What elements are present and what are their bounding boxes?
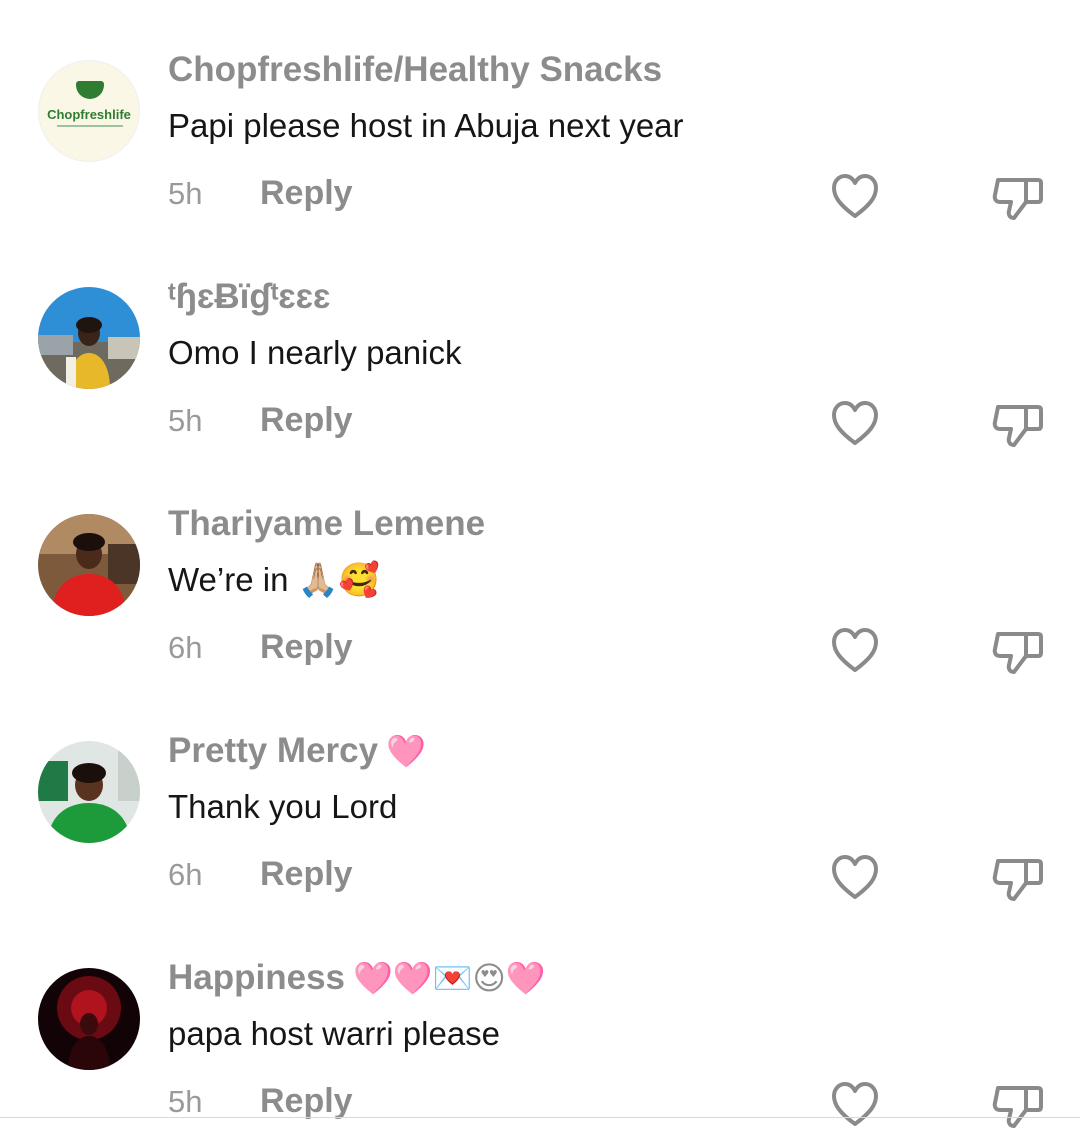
comment-timestamp: 5h: [168, 1084, 203, 1119]
thumbs-down-outline-icon: [992, 632, 1043, 674]
comment-username[interactable]: Pretty Mercy 🩷: [168, 729, 426, 773]
like-button[interactable]: [830, 853, 880, 901]
dislike-button[interactable]: [990, 1080, 1046, 1130]
reply-button[interactable]: Reply: [260, 1080, 353, 1122]
avatar[interactable]: [38, 514, 140, 616]
dislike-button[interactable]: [990, 626, 1046, 676]
username-emoji: 🩷: [386, 733, 426, 769]
heart-outline-icon: [832, 1082, 878, 1126]
avatar[interactable]: [38, 741, 140, 843]
comment-text: Thank you Lord: [168, 788, 398, 825]
heart-outline-icon: [832, 401, 878, 445]
avatar[interactable]: Chopfreshlife: [38, 60, 140, 162]
comment-item: Thariyame Lemene We’re in 🙏🏼🥰 6h Reply: [0, 454, 1080, 681]
comment-username[interactable]: Thariyame Lemene: [168, 502, 485, 546]
thumbs-down-outline-icon: [992, 178, 1043, 220]
reply-button[interactable]: Reply: [260, 399, 353, 441]
user-photo: [38, 968, 140, 1070]
comment-item: Happiness 🩷🩷💌😍🩷 papa host warri please 5h…: [0, 908, 1080, 1135]
dislike-button[interactable]: [990, 853, 1046, 903]
user-photo: [38, 287, 140, 389]
thumbs-down-outline-icon: [992, 859, 1043, 901]
user-photo: [38, 741, 140, 843]
reply-button[interactable]: Reply: [260, 853, 353, 895]
comment-username[interactable]: Chopfreshlife/Healthy Snacks: [168, 48, 662, 92]
brand-logo: Chopfreshlife: [38, 60, 140, 162]
comment-text: We’re in 🙏🏼🥰: [168, 561, 380, 598]
user-photo: [38, 514, 140, 616]
thumbs-down-outline-icon: [992, 1086, 1043, 1128]
comment-text: papa host warri please: [168, 1015, 501, 1052]
like-button[interactable]: [830, 626, 880, 674]
username-emoji: 🩷🩷💌😍🩷: [353, 960, 546, 996]
avatar-brand-text: Chopfreshlife: [47, 107, 131, 122]
comment-timestamp: 5h: [168, 403, 203, 438]
heart-outline-icon: [832, 174, 878, 218]
comment-timestamp: 6h: [168, 630, 203, 665]
comment-text: Omo I nearly panick: [168, 334, 462, 371]
like-button[interactable]: [830, 172, 880, 220]
like-button[interactable]: [830, 399, 880, 447]
comment-username[interactable]: ᵗɧɛɃïɠᵗɛɛɛ: [168, 275, 331, 319]
heart-outline-icon: [832, 628, 878, 672]
comment-item: Chopfreshlife Chopfreshlife/Healthy Snac…: [0, 0, 1080, 227]
avatar[interactable]: [38, 287, 140, 389]
divider: [57, 125, 123, 127]
reply-button[interactable]: Reply: [260, 626, 353, 668]
avatar[interactable]: [38, 968, 140, 1070]
dislike-button[interactable]: [990, 399, 1046, 449]
bowl-icon: [76, 81, 104, 99]
reply-button[interactable]: Reply: [260, 172, 353, 214]
comment-item: Pretty Mercy 🩷 Thank you Lord 6h Reply: [0, 681, 1080, 908]
like-button[interactable]: [830, 1080, 880, 1128]
thumbs-down-outline-icon: [992, 405, 1043, 447]
comment-text: Papi please host in Abuja next year: [168, 107, 684, 144]
comment-username[interactable]: Happiness 🩷🩷💌😍🩷: [168, 956, 546, 1000]
bottom-divider: [0, 1117, 1080, 1118]
comment-timestamp: 5h: [168, 176, 203, 211]
dislike-button[interactable]: [990, 172, 1046, 222]
comment-timestamp: 6h: [168, 857, 203, 892]
comment-item: ᵗɧɛɃïɠᵗɛɛɛ Omo I nearly panick 5h Reply: [0, 227, 1080, 454]
heart-outline-icon: [832, 855, 878, 899]
